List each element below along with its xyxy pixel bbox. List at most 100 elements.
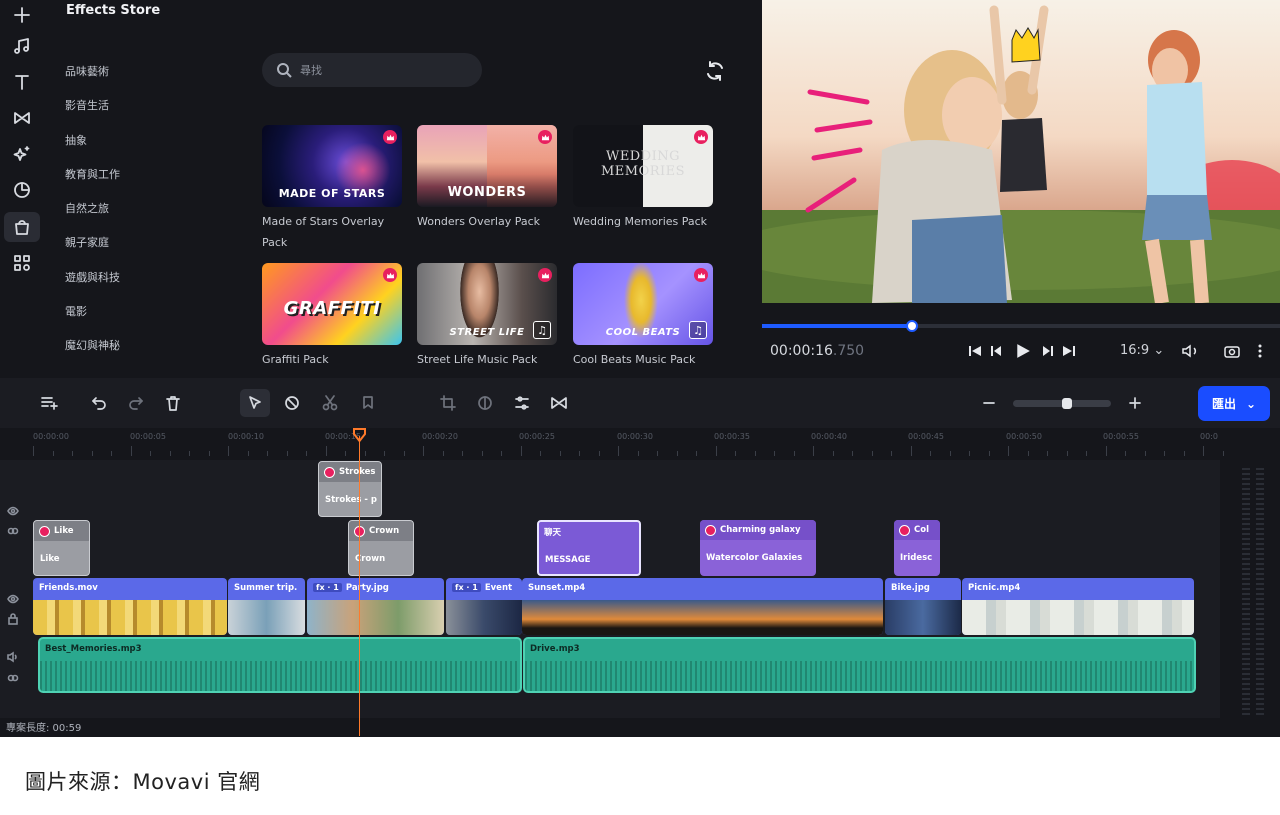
skip-end-icon[interactable] (1062, 343, 1076, 359)
store-card-cool-beats[interactable]: COOL BEATS ♫ (573, 263, 713, 345)
category-item[interactable]: 自然之旅 (65, 200, 109, 216)
prev-frame-icon[interactable] (990, 343, 1004, 359)
overlay-clip-iridescent[interactable]: Col Iridesc (894, 520, 940, 576)
video-clip-friends[interactable]: Friends.mov (33, 578, 227, 635)
ruler-tick (657, 451, 658, 456)
category-item[interactable]: 遊戲與科技 (65, 269, 120, 285)
ruler-tick (462, 451, 463, 456)
ruler-label: 00:00:35 (714, 432, 750, 441)
ruler-tick (559, 451, 561, 456)
timecode: 00:00:16.750 (770, 343, 864, 359)
ruler-tick (949, 451, 951, 456)
clip-title: Strokes (339, 467, 376, 477)
volume-icon[interactable] (1182, 343, 1200, 359)
ruler-tick (364, 451, 366, 456)
progress-knob[interactable] (906, 320, 919, 332)
eye-icon[interactable] (7, 502, 21, 516)
timeline-ruler[interactable]: 00:00:00 00:00:05 00:00:10 00:00:15 00:0… (0, 428, 1224, 460)
card-label: Made of Stars Overlay Pack (262, 215, 385, 249)
music-icon[interactable] (4, 31, 40, 61)
export-button[interactable]: 匯出 ⌄ (1198, 386, 1270, 421)
fx-badge: fx · 1 (313, 583, 342, 592)
category-item[interactable]: 影音生活 (65, 97, 109, 113)
category-item[interactable]: 魔幻與神秘 (65, 337, 120, 353)
video-clip-sunset[interactable]: Sunset.mp4 (522, 578, 883, 635)
search-icon (277, 63, 292, 78)
store-card-made-of-stars[interactable]: MADE OF STARS (262, 125, 402, 207)
text-icon[interactable] (4, 67, 40, 97)
store-card-graffiti[interactable]: GRAFFITI (262, 263, 402, 345)
delete-icon[interactable] (162, 392, 184, 414)
category-item[interactable]: 親子家庭 (65, 234, 109, 250)
music-note-icon: ♫ (533, 321, 551, 339)
ruler-tick (930, 451, 931, 456)
store-card-wonders[interactable]: WONDERS (417, 125, 557, 207)
overlay-clip-galaxy[interactable]: Charming galaxy Watercolor Galaxies (700, 520, 816, 576)
aspect-ratio-select[interactable]: 16:9 ⌄ (1120, 343, 1164, 358)
category-item[interactable]: 品味藝術 (65, 63, 109, 79)
ruler-tick (111, 451, 112, 456)
link-icon[interactable] (7, 522, 21, 536)
store-card-wedding-memories[interactable]: WEDDING MEMORIES (573, 125, 713, 207)
ruler-tick (1183, 451, 1185, 456)
store-icon[interactable] (4, 212, 40, 242)
category-item[interactable]: 電影 (65, 303, 87, 319)
color-icon[interactable] (474, 392, 496, 414)
zoom-slider-knob[interactable] (1061, 398, 1072, 409)
crop-icon[interactable] (437, 392, 459, 414)
volume-track-icon[interactable] (7, 648, 21, 663)
snapshot-icon[interactable] (1224, 343, 1240, 359)
zoom-in-icon[interactable] (1124, 392, 1146, 414)
more-icon[interactable] (1258, 343, 1262, 359)
play-icon[interactable] (1015, 343, 1031, 359)
store-card-street-life[interactable]: STREET LIFE ♫ (417, 263, 557, 345)
overlay-clip-crown[interactable]: Crown Crown (348, 520, 414, 576)
add-icon[interactable] (4, 0, 40, 30)
ruler-tick (345, 451, 346, 456)
clip-subtitle: MESSAGE (545, 555, 591, 565)
card-caption: WEDDING MEMORIES (600, 149, 686, 179)
audio-clip-best-memories[interactable]: Best_Memories.mp3 (38, 637, 522, 693)
sticker-icon[interactable] (4, 175, 40, 205)
clip-title: Best_Memories.mp3 (45, 644, 142, 654)
link-icon[interactable] (7, 669, 21, 683)
ruler-tick (33, 446, 34, 456)
select-tool-icon[interactable] (240, 389, 270, 417)
video-clip-summer-trip[interactable]: Summer trip. (228, 578, 305, 635)
playhead-handle[interactable] (353, 428, 366, 442)
video-clip-bike[interactable]: Bike.jpg (885, 578, 961, 635)
audio-clip-drive[interactable]: Drive.mp3 (523, 637, 1196, 693)
next-frame-icon[interactable] (1040, 343, 1054, 359)
category-item[interactable]: 抽象 (65, 132, 87, 148)
overlay-clip-message[interactable]: 聊天 MESSAGE (537, 520, 641, 576)
ripple-icon[interactable] (281, 392, 303, 414)
lock-icon[interactable] (7, 610, 21, 625)
ruler-tick (676, 451, 678, 456)
video-clip-picnic[interactable]: Picnic.mp4 (962, 578, 1194, 635)
cut-icon[interactable] (319, 392, 341, 414)
redo-icon[interactable] (125, 392, 147, 414)
transition-icon[interactable] (4, 103, 40, 133)
adjust-icon[interactable] (511, 392, 533, 414)
undo-icon[interactable] (88, 392, 110, 414)
overlay-clip-strokes[interactable]: Strokes Strokes - p (318, 461, 382, 517)
video-clip-party[interactable]: fx · 1 Party.jpg (307, 578, 444, 635)
premium-crown-icon (383, 268, 397, 282)
overlay-clip-like[interactable]: Like Like (33, 520, 90, 576)
skip-start-icon[interactable] (968, 343, 982, 359)
sparkle-icon[interactable] (4, 139, 40, 169)
progress-fill (762, 324, 913, 328)
transition-tool-icon[interactable] (548, 392, 570, 414)
search-input[interactable]: 尋找 (262, 53, 482, 87)
video-clip-event[interactable]: fx · 1 Event (446, 578, 522, 635)
eye-icon[interactable] (7, 590, 21, 604)
clip-title: Like (54, 526, 74, 536)
category-item[interactable]: 教育與工作 (65, 166, 120, 182)
add-track-icon[interactable] (38, 392, 60, 414)
refresh-icon[interactable] (704, 60, 726, 82)
apps-icon[interactable] (4, 248, 40, 278)
marker-icon[interactable] (357, 392, 379, 414)
video-preview[interactable] (762, 0, 1280, 303)
zoom-out-icon[interactable] (978, 392, 1000, 414)
playhead[interactable] (359, 436, 360, 736)
